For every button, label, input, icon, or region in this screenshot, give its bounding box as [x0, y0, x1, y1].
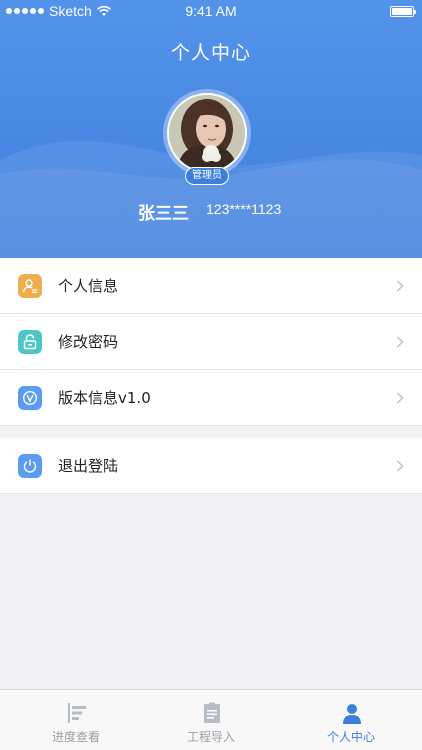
settings-menu: 个人信息 修改密码 版本信息v1.0 — [0, 258, 422, 426]
logout-menu: 退出登陆 — [0, 438, 422, 494]
tab-label: 个人中心 — [326, 730, 375, 744]
profile-header: Sketch 9:41 AM 个人中心 管理员 张三三 123****1123 — [0, 0, 422, 258]
menu-item-label: 版本信息v1.0 — [58, 389, 151, 407]
tab-project-import[interactable]: 工程导入 — [141, 690, 281, 750]
avatar-ring — [163, 89, 251, 177]
user-name: 张三三 — [138, 204, 189, 224]
person-icon — [343, 704, 361, 724]
logout-label: 退出登陆 — [58, 457, 119, 475]
menu-item-label: 修改密码 — [58, 333, 119, 351]
logout-button[interactable]: 退出登陆 — [0, 438, 422, 494]
chevron-right-icon — [396, 336, 404, 348]
version-icon — [18, 386, 42, 410]
avatar-photo — [169, 95, 245, 171]
tab-label: 工程导入 — [186, 730, 235, 744]
menu-item-personal-info[interactable]: 个人信息 — [0, 258, 422, 314]
chevron-right-icon — [396, 280, 404, 292]
status-bar: Sketch 9:41 AM — [0, 0, 422, 22]
menu-item-change-password[interactable]: 修改密码 — [0, 314, 422, 370]
chevron-right-icon — [396, 460, 404, 472]
power-icon — [18, 454, 42, 478]
user-phone: 123****1123 — [206, 201, 282, 217]
menu-item-version-info[interactable]: 版本信息v1.0 — [0, 370, 422, 426]
role-badge: 管理员 — [185, 167, 229, 185]
tab-bar: 进度查看 工程导入 个人中心 — [0, 689, 422, 750]
avatar[interactable] — [167, 93, 247, 173]
tab-personal-center[interactable]: 个人中心 — [281, 690, 421, 750]
tab-progress[interactable]: 进度查看 — [6, 690, 146, 750]
person-info-icon — [18, 274, 42, 298]
page-title: 个人中心 — [170, 42, 251, 64]
chevron-right-icon — [396, 392, 404, 404]
menu-item-label: 个人信息 — [58, 277, 119, 295]
progress-icon — [68, 703, 86, 723]
battery-icon — [390, 6, 416, 17]
lock-icon — [18, 330, 42, 354]
document-icon — [204, 702, 220, 723]
tab-label: 进度查看 — [51, 730, 100, 744]
status-time: 9:41 AM — [185, 3, 237, 19]
